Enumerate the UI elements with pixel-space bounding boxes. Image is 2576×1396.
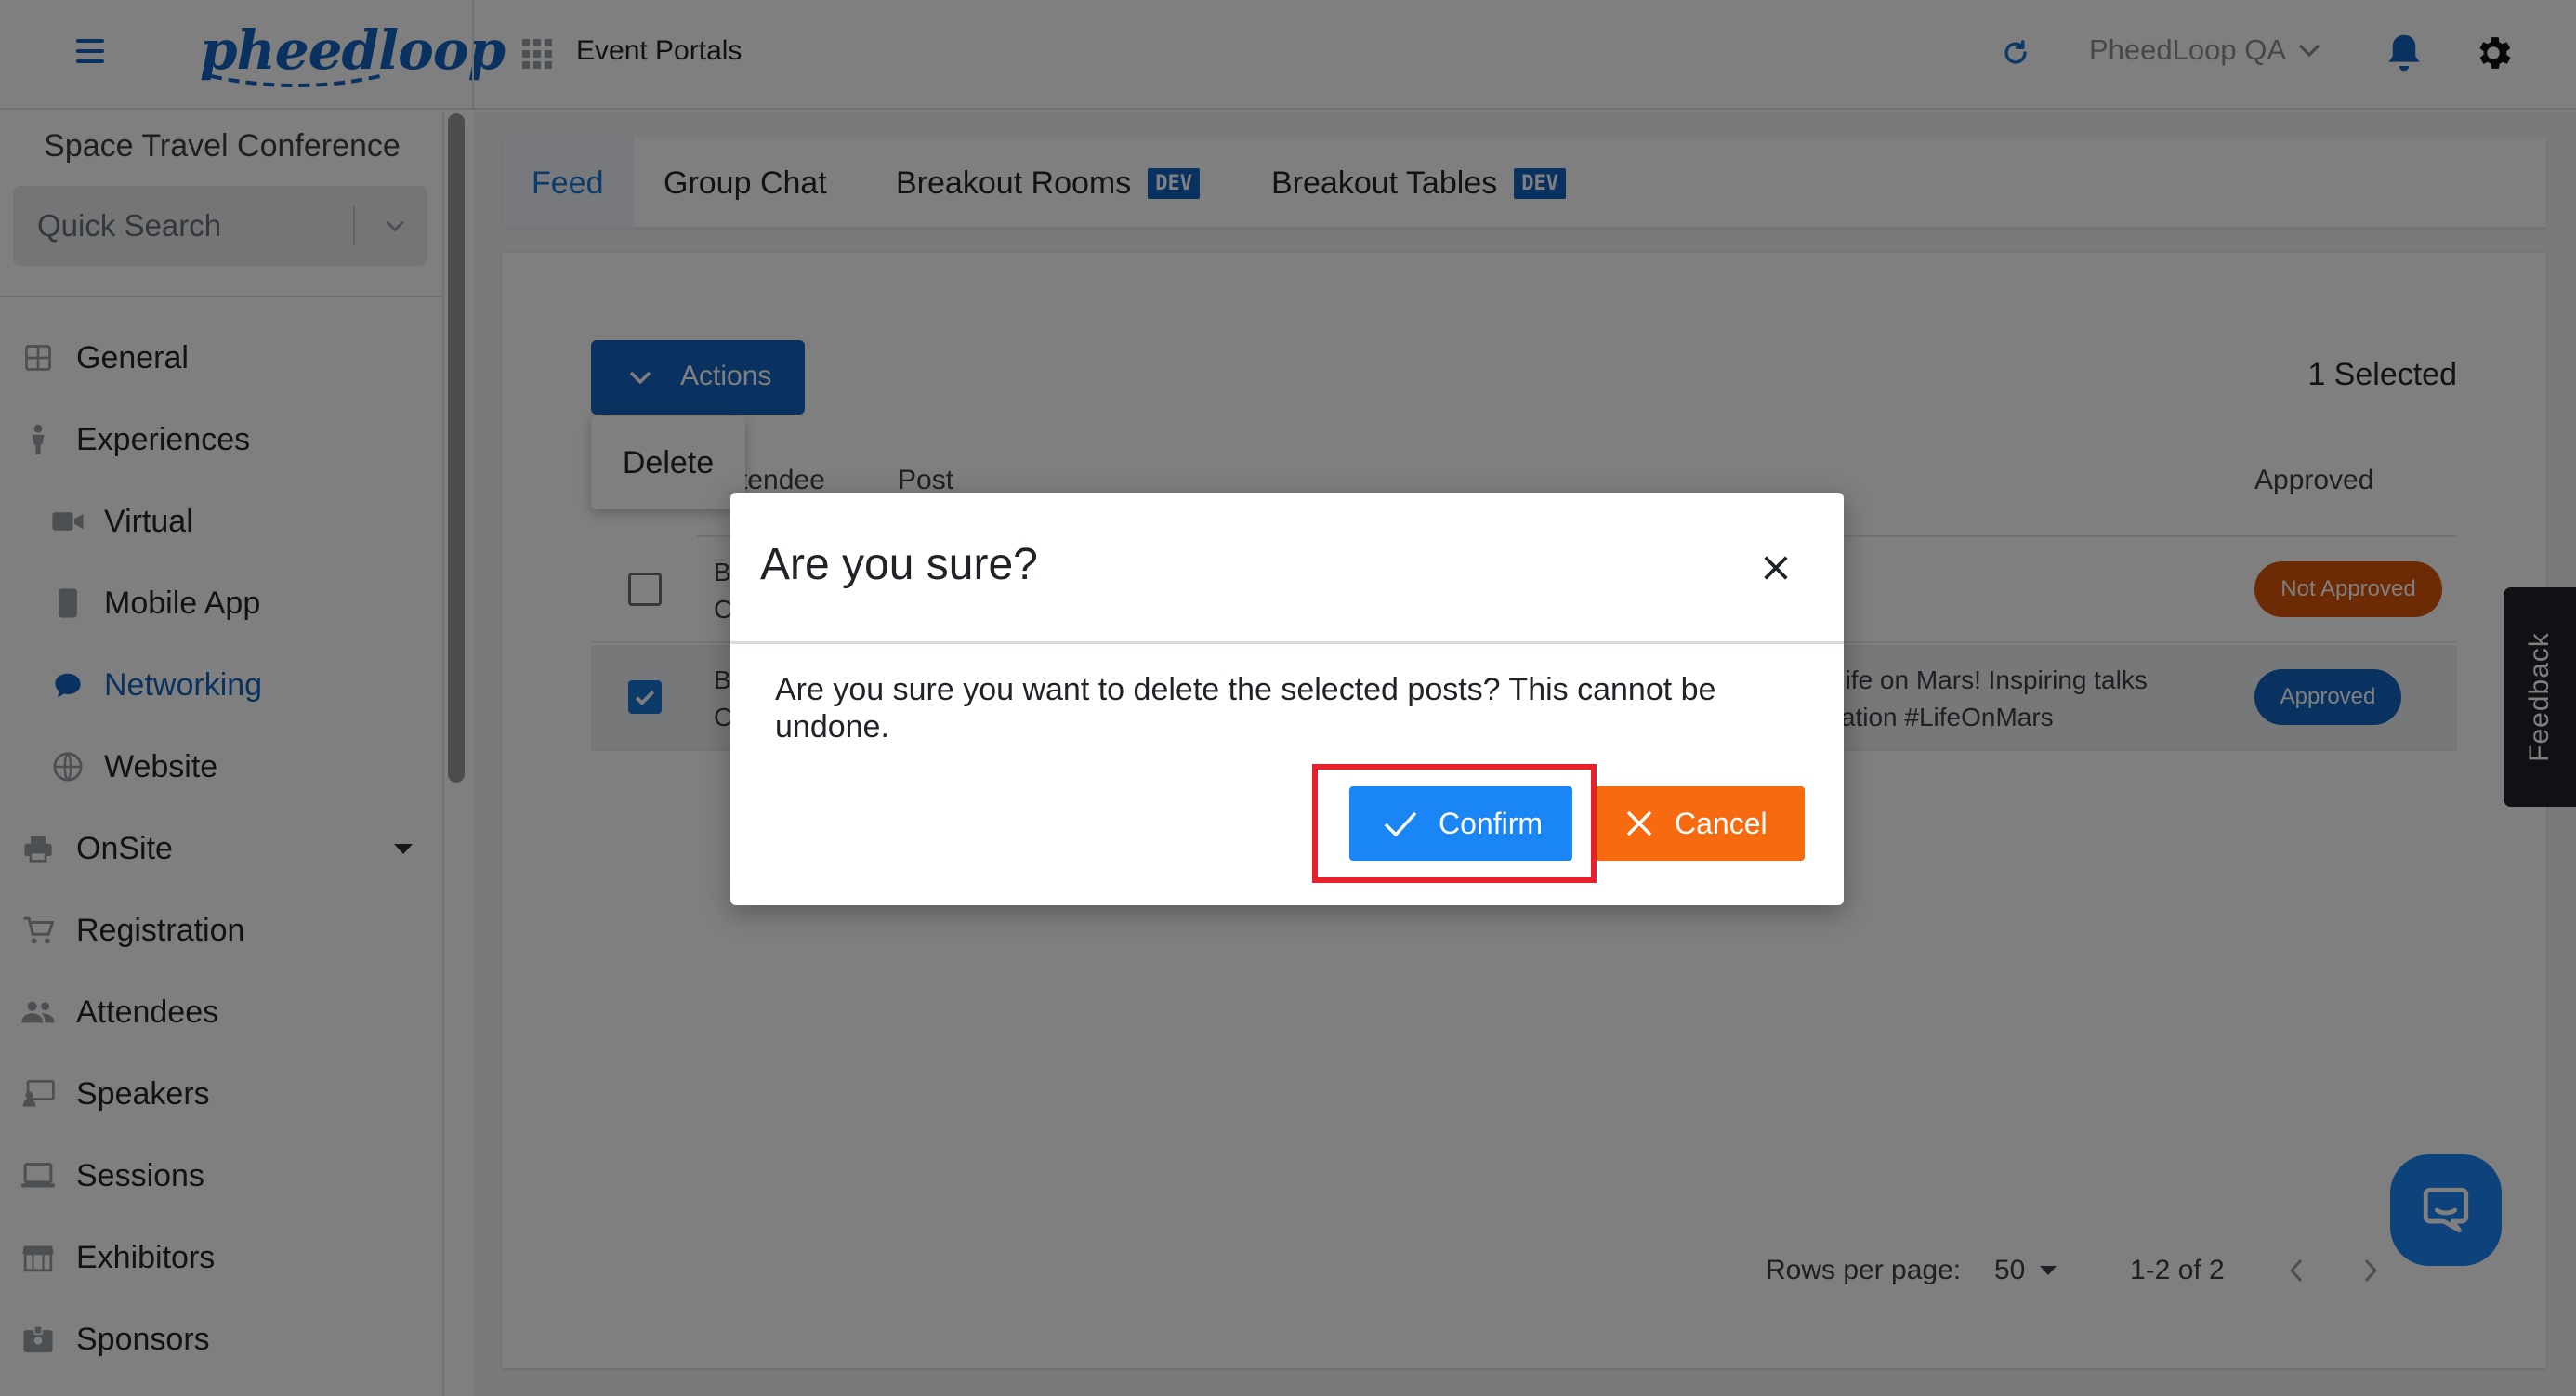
cancel-button[interactable]: Cancel (1595, 786, 1805, 861)
close-icon[interactable] (1760, 552, 1792, 584)
confirm-label: Confirm (1439, 807, 1544, 840)
check-icon (1384, 811, 1417, 837)
cancel-label: Cancel (1675, 807, 1768, 840)
dialog-message: Are you sure you want to delete the sele… (775, 672, 1716, 744)
confirm-button[interactable]: Confirm (1349, 786, 1572, 861)
confirm-dialog: Are you sure? Are you sure you want to d… (730, 493, 1844, 905)
dialog-divider (730, 641, 1844, 644)
dialog-title: Are you sure? (760, 540, 1038, 589)
close-icon (1626, 810, 1652, 836)
